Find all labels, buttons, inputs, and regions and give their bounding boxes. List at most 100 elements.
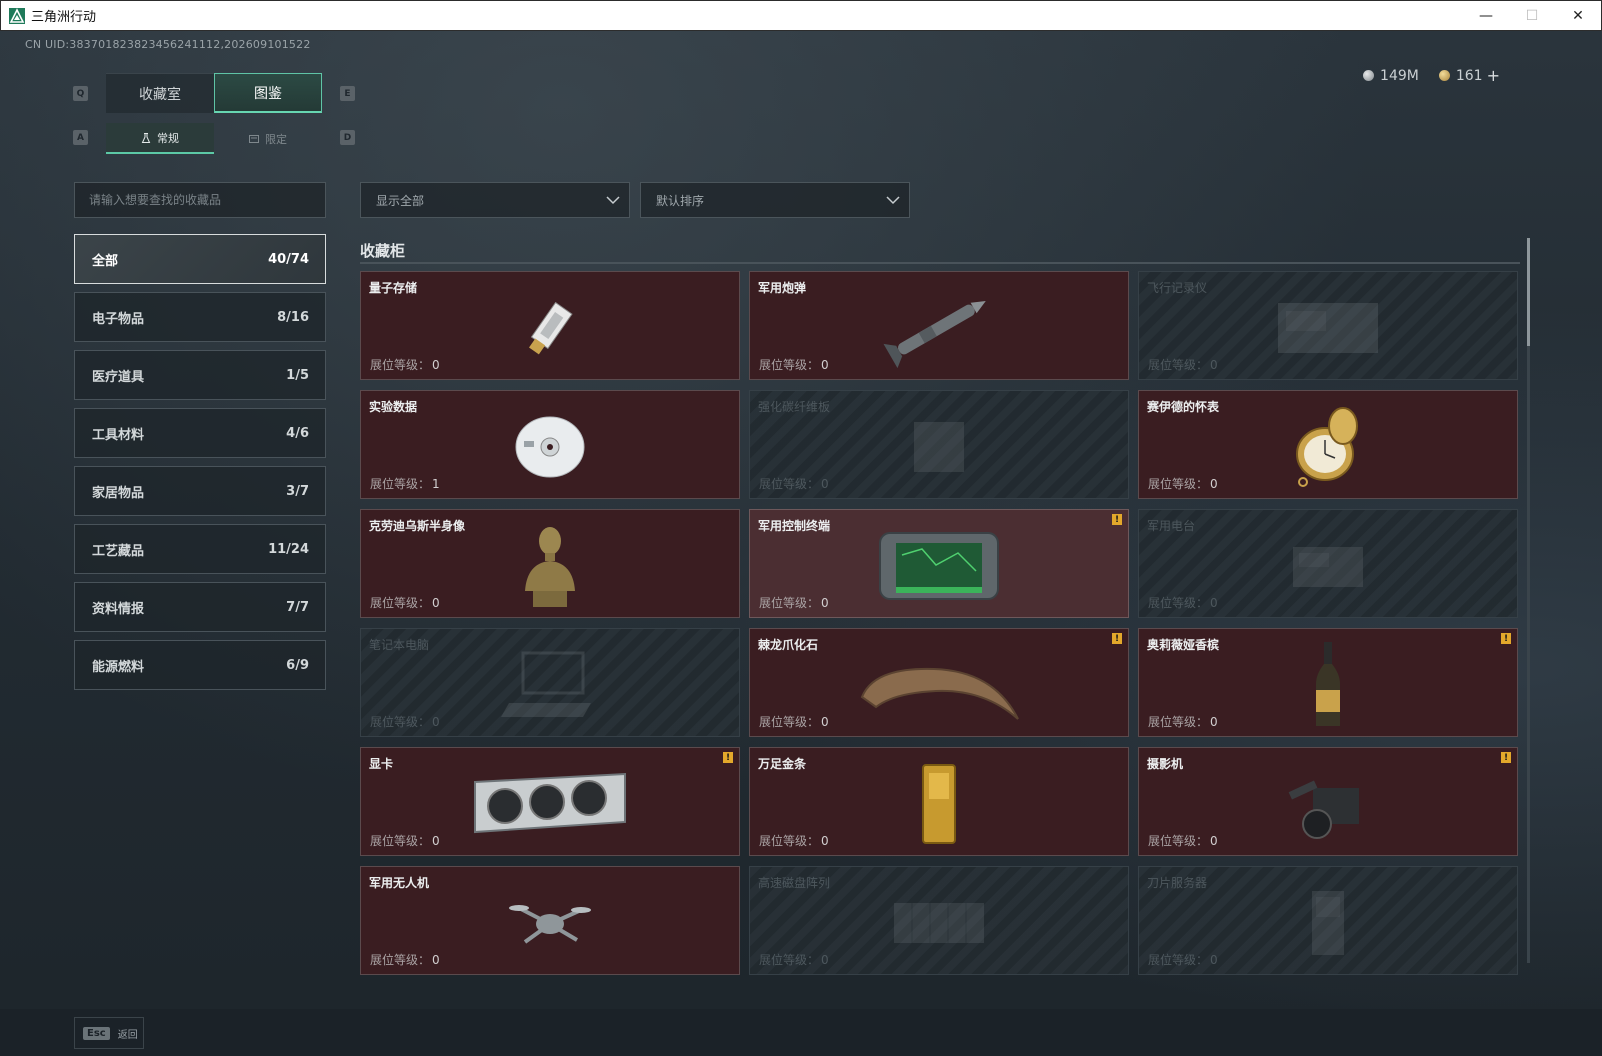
category-household[interactable]: 家居物品 3/7	[74, 466, 326, 516]
display-filter-value: 显示全部	[376, 193, 425, 208]
item-level: 展位等级： 0	[370, 356, 440, 373]
item-card[interactable]: 显卡 ! 展位等级： 0	[360, 747, 740, 856]
item-card-locked[interactable]: 高速磁盘阵列 展位等级： 0	[749, 866, 1129, 975]
chevron-down-icon	[606, 196, 620, 205]
flight-recorder-icon	[1278, 302, 1378, 353]
tab-regular[interactable]: 常规	[106, 123, 214, 154]
gold-currency: 161 +	[1438, 66, 1500, 85]
item-level: 展位等级： 0	[370, 832, 440, 849]
level-value: 0	[821, 596, 829, 610]
scrollbar-thumb[interactable]	[1527, 238, 1530, 346]
category-energy[interactable]: 能源燃料 6/9	[74, 640, 326, 690]
item-name: 棘龙爪化石	[758, 638, 819, 652]
item-card[interactable]: 量子存储 展位等级： 0	[360, 271, 740, 380]
item-level: 展位等级： 0	[759, 594, 829, 611]
level-label: 展位等级：	[759, 834, 820, 848]
item-card-locked[interactable]: 军用电台 展位等级： 0	[1138, 509, 1518, 618]
item-card[interactable]: 军用炮弹 展位等级： 0	[749, 271, 1129, 380]
level-label: 展位等级：	[759, 953, 820, 967]
item-name: 摄影机	[1147, 757, 1184, 771]
item-card[interactable]: 军用无人机 展位等级： 0	[360, 866, 740, 975]
back-button[interactable]: Esc 返回	[74, 1017, 144, 1049]
level-value: 0	[1210, 715, 1218, 729]
item-grid: 量子存储 展位等级： 0 军用炮弹 展位等级： 0 飞行记录仪 展位等级： 0 实验数…	[360, 271, 1520, 975]
gold-coin-icon	[1438, 70, 1450, 81]
item-card[interactable]: 摄影机 ! 展位等级： 0	[1138, 747, 1518, 856]
item-card[interactable]: 克劳迪乌斯半身像 展位等级： 0	[360, 509, 740, 618]
category-label: 能源燃料	[92, 659, 145, 675]
item-level: 展位等级： 0	[370, 594, 440, 611]
item-card-locked[interactable]: 刀片服务器 展位等级： 0	[1138, 866, 1518, 975]
category-intel[interactable]: 资料情报 7/7	[74, 582, 326, 632]
tab-catalog[interactable]: 图鉴	[214, 73, 322, 113]
category-label: 资料情报	[92, 601, 145, 617]
grid-scrollbar[interactable]	[1527, 238, 1530, 963]
radio-icon	[1293, 546, 1363, 587]
sort-dropdown[interactable]: 默认排序	[640, 182, 910, 218]
tab-collection-room[interactable]: 收藏室	[106, 73, 214, 113]
item-level: 展位等级： 0	[1148, 475, 1218, 492]
app-logo-icon	[9, 7, 25, 24]
display-filter-dropdown[interactable]: 显示全部	[360, 182, 630, 218]
category-electronics[interactable]: 电子物品 8/16	[74, 292, 326, 342]
category-all[interactable]: 全部 40/74	[74, 234, 326, 284]
flask-icon	[141, 132, 151, 143]
hotkey-d: D	[340, 130, 355, 145]
level-value: 0	[1210, 596, 1218, 610]
control-terminal-icon	[879, 531, 999, 600]
level-value: 0	[821, 477, 829, 491]
item-name: 量子存储	[369, 281, 418, 295]
item-name: 笔记本电脑	[369, 638, 430, 652]
hotkey-q: Q	[73, 86, 88, 101]
item-card-locked[interactable]: 笔记本电脑 展位等级： 0	[360, 628, 740, 737]
search-input[interactable]	[74, 182, 326, 218]
level-label: 展位等级：	[1148, 596, 1209, 610]
item-card[interactable]: 棘龙爪化石 ! 展位等级： 0	[749, 628, 1129, 737]
item-name: 赛伊德的怀表	[1147, 400, 1220, 414]
category-medical[interactable]: 医疗道具 1/5	[74, 350, 326, 400]
category-crafts[interactable]: 工艺藏品 11/24	[74, 524, 326, 574]
category-tools[interactable]: 工具材料 4/6	[74, 408, 326, 458]
graphics-card-icon	[474, 772, 626, 833]
item-level: 展位等级： 0	[759, 475, 829, 492]
item-card[interactable]: 赛伊德的怀表 展位等级： 0	[1138, 390, 1518, 499]
level-label: 展位等级：	[370, 715, 431, 729]
maximize-button[interactable]: ☐	[1509, 1, 1555, 31]
level-label: 展位等级：	[1148, 953, 1209, 967]
item-name: 显卡	[369, 757, 394, 771]
item-card[interactable]: 奥莉薇娅香槟 ! 展位等级： 0	[1138, 628, 1518, 737]
new-badge: !	[1112, 633, 1122, 644]
minimize-button[interactable]: —	[1463, 1, 1509, 31]
item-card-locked[interactable]: 飞行记录仪 展位等级： 0	[1138, 271, 1518, 380]
carbon-plate-icon	[914, 421, 964, 472]
new-badge: !	[1501, 752, 1511, 763]
item-name: 军用炮弹	[758, 281, 807, 295]
category-label: 全部	[92, 253, 119, 269]
category-list: 全部 40/74 电子物品 8/16 医疗道具 1/5 工具材料 4/6 家居物品 3/7…	[74, 234, 326, 698]
item-card[interactable]: 军用控制终端 ! 展位等级： 0	[749, 509, 1129, 618]
item-card[interactable]: 万足金条 展位等级： 0	[749, 747, 1129, 856]
item-name: 刀片服务器	[1147, 876, 1208, 890]
item-level: 展位等级： 1	[370, 475, 440, 492]
silver-amount: 149M	[1380, 67, 1419, 84]
window-titlebar: 三角洲行动 — ☐ ✕	[0, 0, 1602, 31]
add-currency-button[interactable]: +	[1487, 66, 1500, 85]
item-name: 军用电台	[1147, 519, 1196, 533]
item-card-locked[interactable]: 强化碳纤维板 展位等级： 0	[749, 390, 1129, 499]
hotkey-a: A	[73, 130, 88, 145]
card-icon	[249, 134, 259, 143]
level-label: 展位等级：	[370, 953, 431, 967]
champagne-icon	[1316, 641, 1340, 726]
esc-key-hint: Esc	[83, 1026, 110, 1040]
item-level: 展位等级： 0	[1148, 356, 1218, 373]
category-label: 工具材料	[92, 427, 145, 443]
item-name: 军用无人机	[369, 876, 430, 890]
tab-limited[interactable]: 限定	[214, 123, 322, 154]
tab-regular-label: 常规	[157, 131, 179, 145]
item-card[interactable]: 实验数据 展位等级： 1	[360, 390, 740, 499]
level-value: 0	[432, 953, 440, 967]
disk-array-icon	[894, 902, 984, 943]
close-button[interactable]: ✕	[1555, 1, 1601, 31]
item-name: 实验数据	[369, 400, 418, 414]
level-value: 0	[821, 953, 829, 967]
